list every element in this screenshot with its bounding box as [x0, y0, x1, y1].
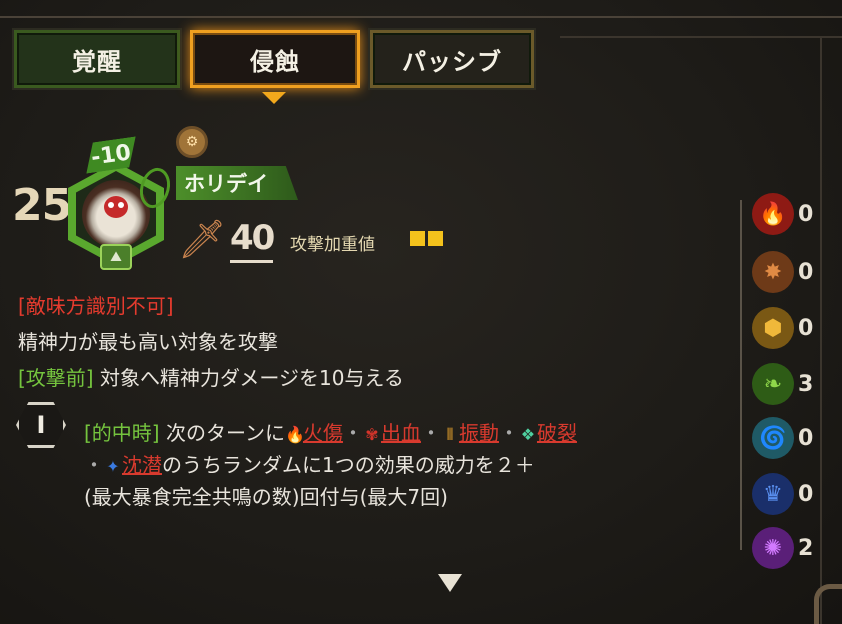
weight-block	[410, 231, 425, 246]
before-attack-text: 対象へ精神力ダメージを10与える	[93, 366, 404, 390]
resource-gloom: 🌀 0	[752, 414, 822, 462]
resource-gluttony: ❧ 3	[752, 360, 822, 408]
desc-target-rule: 精神力が最も高い対象を攻撃	[18, 330, 278, 354]
resource-sloth: ⬢ 0	[752, 304, 822, 352]
lust-icon: ✸	[752, 251, 794, 293]
sloth-icon: ⬢	[752, 307, 794, 349]
envy-count: 2	[798, 535, 814, 561]
medal-icon[interactable]: ⚙	[176, 126, 208, 158]
sinking-icon: ✦	[106, 457, 120, 476]
tremor-icon: ⦀	[446, 425, 454, 444]
burn-link[interactable]: 火傷	[303, 421, 343, 445]
skill-type-icon: ⛰	[100, 244, 132, 270]
weight-block	[428, 231, 443, 246]
attack-value: 40	[230, 218, 275, 263]
sword-attack-icon: 🗡	[178, 217, 227, 261]
rupture-link[interactable]: 破裂	[537, 421, 577, 445]
gluttony-count: 3	[798, 371, 814, 397]
pride-count: 0	[798, 481, 814, 507]
on-hit-effect: [的中時] 次のターンに🔥火傷・ ✾ 出血・ ⦀ 振動・ ❖破裂・ ✦ 沈潜のうちランダムに1…	[84, 421, 577, 509]
sloth-count: 0	[798, 315, 814, 341]
gloom-icon: 🌀	[752, 417, 794, 459]
on-hit-tag: [的中時]	[84, 421, 160, 445]
portrait-face	[104, 196, 128, 218]
tab-corrosion[interactable]: 侵蝕	[190, 30, 360, 88]
lust-count: 0	[798, 259, 814, 285]
before-attack-tag: [攻撃前]	[18, 366, 94, 390]
tab-passive[interactable]: パッシブ	[368, 28, 536, 90]
resource-lust: ✸ 0	[752, 248, 822, 296]
frame-corner	[814, 584, 842, 624]
wrath-count: 0	[798, 201, 814, 227]
frame-top-line	[0, 16, 842, 18]
gluttony-icon: ❧	[752, 363, 794, 405]
wrath-icon: 🔥	[752, 193, 794, 235]
burn-icon: 🔥	[284, 425, 305, 444]
pride-icon: ♛	[752, 473, 794, 515]
tab-awakening[interactable]: 覚醒	[12, 28, 182, 90]
coin-number: I	[36, 411, 46, 439]
active-tab-indicator-icon	[262, 92, 286, 104]
cost-modifier-badge: -10	[82, 136, 140, 173]
scroll-down-icon[interactable]	[438, 574, 462, 592]
resource-envy: ✺ 2	[752, 524, 822, 572]
bleed-icon: ✾	[365, 425, 379, 444]
desc-before-attack: [攻撃前] 対象へ精神力ダメージを10与える	[18, 362, 404, 391]
tremor-link[interactable]: 振動	[459, 421, 499, 445]
attack-weight-blocks	[410, 231, 443, 246]
desc-untargetable: [敵味方識別不可]	[18, 294, 174, 318]
resource-pride: ♛ 0	[752, 470, 822, 518]
frame-top-line-2	[560, 36, 842, 38]
sinking-link[interactable]: 沈潜	[122, 453, 162, 477]
bleed-link[interactable]: 出血	[381, 421, 421, 445]
gloom-count: 0	[798, 425, 814, 451]
rupture-icon: ❖	[520, 425, 536, 444]
attack-weight-label: 攻撃加重値	[290, 235, 375, 255]
skill-name: ホリデイ	[176, 166, 298, 200]
resource-wrath: 🔥 0	[752, 190, 822, 238]
resource-divider	[740, 200, 742, 550]
envy-icon: ✺	[752, 527, 794, 569]
